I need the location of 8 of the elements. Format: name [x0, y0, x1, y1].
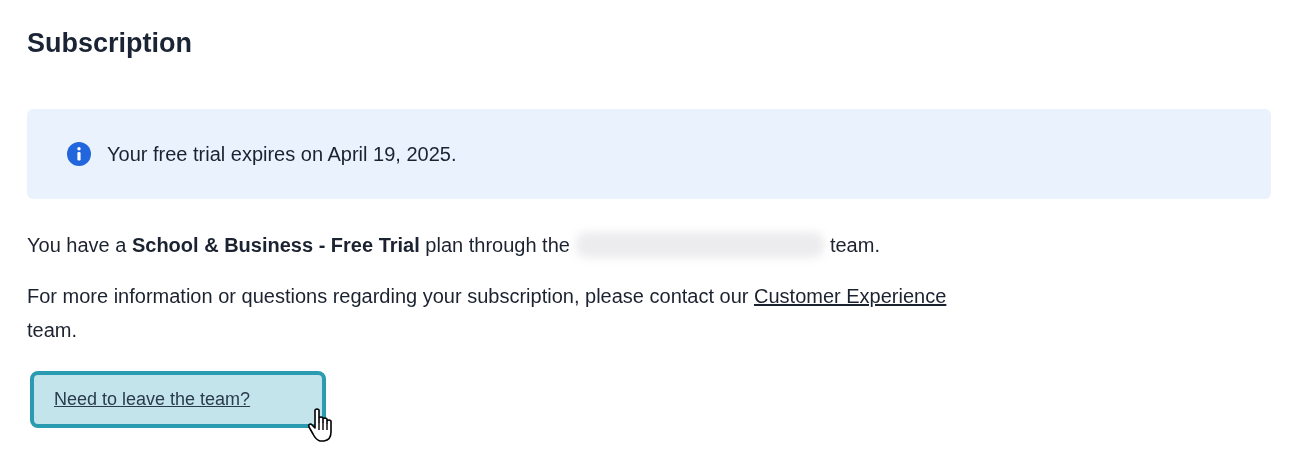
plan-text: You have a School & Business - Free Trial plan through the	[27, 233, 570, 258]
notice-text: Your free trial expires on April 19, 2025.	[107, 142, 457, 166]
leave-team-button[interactable]: Need to leave the team?	[30, 371, 326, 428]
contact-text: For more information or questions regarding your subscription, please contact our Customer Experience team.	[27, 284, 948, 343]
info-icon	[67, 142, 91, 166]
plan-text: team.	[829, 233, 880, 258]
customer-experience-link[interactable]: Customer Experience	[754, 285, 947, 307]
page-title: Subscription	[27, 28, 193, 59]
